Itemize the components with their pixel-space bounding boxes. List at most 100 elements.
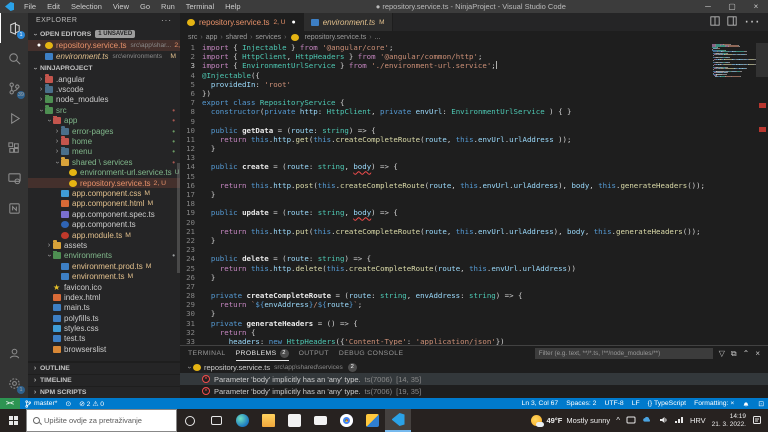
split-editor-icon[interactable] [710,13,720,31]
tree-item[interactable]: index.html [28,292,180,302]
feedback-icon[interactable]: ⊡ [754,398,768,409]
open-editors-header[interactable]: › OPEN EDITORS 1 UNSAVED [28,28,180,40]
tab-environment-ts[interactable]: environment.ts M [303,13,393,31]
cursor-position[interactable]: Ln 3, Col 67 [518,398,563,409]
problem-row[interactable]: × Parameter 'body' implicitly has an 'any… [180,385,768,397]
tree-item[interactable]: › app • [28,115,180,126]
section-outline[interactable]: › OUTLINE [28,362,180,374]
more-actions-icon[interactable]: ··· [744,13,760,31]
explorer-more-actions-icon[interactable]: ··· [161,16,172,25]
run-debug-icon[interactable] [0,103,28,133]
notifications-bell-icon[interactable] [738,398,754,409]
problems-filter-input[interactable] [534,348,713,359]
tree-item[interactable]: repository.service.ts 2, U [28,177,180,189]
maximize-button[interactable]: ▢ [720,0,744,13]
tree-item[interactable]: main.ts [28,303,180,313]
section-timeline[interactable]: › TIMELINE [28,374,180,386]
action-center-icon[interactable] [752,415,762,427]
remote-explorer-icon[interactable] [0,163,28,193]
taskbar-app-task-view[interactable] [203,409,229,432]
collapse-panel-icon[interactable]: ⌃ [743,349,750,358]
taskbar-app-edge[interactable] [229,409,255,432]
menu-terminal[interactable]: Terminal [181,1,219,12]
close-button[interactable]: × [744,0,768,13]
explorer-icon[interactable]: 1 [0,13,28,43]
tree-item[interactable]: › home • [28,136,180,146]
menu-view[interactable]: View [108,1,134,12]
menu-selection[interactable]: Selection [66,1,107,12]
volume-icon[interactable] [658,415,668,427]
onedrive-icon[interactable] [642,415,652,427]
taskbar-search[interactable]: Upišite ovdje za pretraživanje [26,409,177,432]
tree-item[interactable]: test.ts [28,334,180,344]
menu-run[interactable]: Run [156,1,180,12]
menu-file[interactable]: File [19,1,41,12]
taskbar-app-cortana[interactable] [177,409,203,432]
remote-indicator[interactable]: >< [0,398,20,409]
settings-icon[interactable]: 1 [0,368,28,398]
scrollbar-thumb[interactable] [756,43,768,77]
tree-item[interactable]: environment.prod.ts M [28,261,180,271]
breadcrumb-item[interactable]: shared [226,34,247,41]
gitlens-eye-item[interactable]: ⊙ [61,398,75,409]
taskbar-app-mail[interactable] [307,409,333,432]
open-editor-item[interactable]: ● repository.service.ts src\app\shar... 2, … [28,40,180,51]
open-editor-icon[interactable]: ⧉ [731,349,737,359]
angular-console-icon[interactable] [0,193,28,223]
language-mode[interactable]: {} TypeScript [644,398,690,409]
problem-row[interactable]: × Parameter 'body' implicitly has an 'any… [180,373,768,385]
problems-summary[interactable]: ⊘ 2 ⚠ 0 [75,398,108,409]
toggle-layout-icon[interactable] [727,13,737,31]
accounts-icon[interactable] [0,338,28,368]
extensions-icon[interactable] [0,133,28,163]
overview-ruler[interactable] [756,43,768,345]
tree-item[interactable]: › environments • [28,250,180,261]
breadcrumb-item[interactable]: src [188,34,197,41]
git-branch-item[interactable]: master* [20,398,61,409]
eol[interactable]: LF [628,398,644,409]
section-npm-scripts[interactable]: › NPM SCRIPTS [28,386,180,398]
breadcrumb[interactable]: src › app › shared › services › repository.servi… [180,31,768,43]
tree-item[interactable]: ★ favicon.ico [28,282,180,292]
minimap[interactable] [712,43,756,345]
taskbar-app-tools[interactable] [359,409,385,432]
tree-item[interactable]: app.component.spec.ts [28,209,180,219]
tree-item[interactable]: › menu • [28,146,180,157]
tree-item[interactable]: › node_modules [28,94,180,105]
breadcrumb-item[interactable]: app [206,34,218,41]
breadcrumb-item[interactable]: services [255,34,281,41]
weather-widget[interactable]: 49°F Mostly sunny [531,415,610,427]
open-editor-item[interactable]: environment.ts src\environments M [28,51,180,62]
taskbar-app-chrome[interactable] [333,409,359,432]
tray-chevron-up-icon[interactable]: ^ [616,416,620,425]
close-panel-icon[interactable]: × [755,349,760,358]
panel-tab-terminal[interactable]: TERMINAL [188,346,226,361]
clock[interactable]: 14:19 21. 3. 2022. [712,413,746,428]
problems-file-row[interactable]: › repository.service.ts src\app\shared\ser… [180,361,768,373]
taskbar-app-vscode[interactable] [385,409,411,432]
tree-item[interactable]: app.component.css M [28,188,180,198]
tree-item[interactable]: › assets [28,240,180,250]
tree-item[interactable]: app.module.ts M [28,230,180,240]
tree-item[interactable]: › shared \ services • [28,157,180,167]
formatting[interactable]: Formatting: × [690,398,738,409]
code-editor[interactable]: 1 import { Injectable } from '@angular/co… [180,43,712,345]
tree-item[interactable]: › error-pages • [28,125,180,136]
start-button[interactable] [0,409,26,432]
tree-item[interactable]: environment-url.service.ts U [28,168,180,178]
breadcrumb-item[interactable]: repository.service.ts [305,34,367,41]
taskbar-app-file-explorer[interactable] [255,409,281,432]
menu-edit[interactable]: Edit [42,1,65,12]
project-header[interactable]: › NINJAPROJECT [28,62,180,74]
taskbar-app-store[interactable] [281,409,307,432]
menu-go[interactable]: Go [135,1,155,12]
search-icon[interactable] [0,43,28,73]
tab-repository-service-ts[interactable]: repository.service.ts 2, U ● [180,13,304,31]
source-control-icon[interactable]: 39 [0,73,28,103]
tree-item[interactable]: environment.ts M [28,271,180,281]
network-icon[interactable] [674,415,684,427]
tree-item[interactable]: styles.css [28,323,180,333]
minimize-button[interactable]: ─ [696,0,720,13]
tree-item[interactable]: polyfills.ts [28,313,180,323]
tree-item[interactable]: browserslist [28,344,180,354]
